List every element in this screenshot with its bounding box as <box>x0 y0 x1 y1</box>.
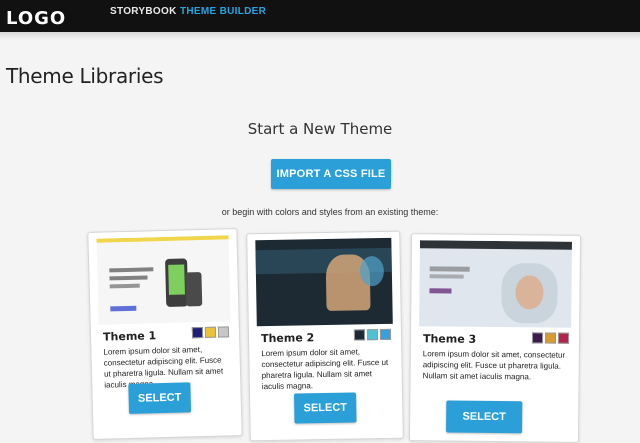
header-shadow <box>0 32 640 40</box>
theme-preview-image <box>96 235 231 325</box>
select-theme-button[interactable]: SELECT <box>293 392 357 424</box>
color-swatches <box>353 328 392 341</box>
color-swatch <box>366 329 379 341</box>
color-swatch <box>379 328 392 341</box>
theme-card-3: Theme 3 Lorem ipsum dolor sit amet, cons… <box>408 233 582 443</box>
color-swatch <box>557 332 570 344</box>
color-swatch <box>353 329 366 341</box>
color-swatches <box>191 326 230 339</box>
top-nav-bar: LOGO STORYBOOK THEME BUILDER <box>0 0 640 32</box>
select-theme-button[interactable]: SELECT <box>446 400 523 434</box>
theme-name: Theme 2 <box>260 331 315 346</box>
start-new-theme-heading: Start a New Theme <box>247 120 393 138</box>
theme-description: Lorem ipsum dolor sit amet, consectetur … <box>422 349 566 382</box>
theme-description: Lorem ipsum dolor sit amet, consectetur … <box>261 347 389 392</box>
color-swatch <box>191 327 204 339</box>
color-swatch <box>217 326 230 338</box>
theme-name: Theme 3 <box>422 332 477 346</box>
logo: LOGO <box>6 8 67 29</box>
color-swatch <box>531 332 544 344</box>
color-swatch <box>204 326 217 338</box>
select-theme-button[interactable]: SELECT <box>128 382 192 414</box>
page-title: Theme Libraries <box>6 64 164 88</box>
nav-theme-builder[interactable]: THEME BUILDER <box>180 6 266 17</box>
nav-storybook[interactable]: STORYBOOK <box>110 6 177 17</box>
theme-preview-image <box>255 237 393 327</box>
begin-with-existing-text: or begin with colors and styles from an … <box>221 207 439 217</box>
import-css-button[interactable]: IMPORT A CSS FILE <box>271 159 391 189</box>
color-swatches <box>531 332 570 344</box>
theme-preview-image <box>419 240 573 328</box>
theme-name: Theme 1 <box>102 329 157 344</box>
theme-card-1: Theme 1 Lorem ipsum dolor sit amet, cons… <box>87 228 243 440</box>
color-swatch <box>544 332 557 344</box>
theme-card-2: Theme 2 Lorem ipsum dolor sit amet, cons… <box>246 230 404 442</box>
